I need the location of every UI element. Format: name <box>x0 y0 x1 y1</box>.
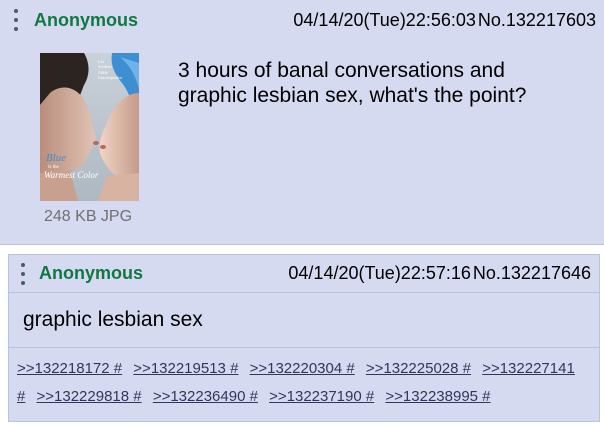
poster-name: Anonymous <box>39 263 144 283</box>
post-message: graphic lesbian sex <box>9 292 599 348</box>
thumb-title-1: Blue <box>46 152 66 164</box>
thumb-credit-4: Exarchopoulos <box>98 75 122 80</box>
reply-post-header: Anonymous 04/14/20(Tue)22:57:16 No.13221… <box>9 255 599 293</box>
poster-name: Anonymous <box>34 9 139 30</box>
op-post-header: Anonymous 04/14/20(Tue)22:56:03 No.13221… <box>0 0 604 40</box>
backlink[interactable]: >>132237190 # <box>269 388 374 405</box>
post-number[interactable]: No.132217603 <box>478 10 596 31</box>
backlink[interactable]: >>132219513 # <box>133 360 238 377</box>
post-thumbnail[interactable]: Léa Seydoux Adèle Exarchopoulos Blue is … <box>40 53 139 201</box>
backlink[interactable]: >>132227141 <box>482 360 575 377</box>
vertical-ellipsis-icon[interactable] <box>13 261 33 287</box>
backlink[interactable]: >>132236490 # <box>153 388 258 405</box>
backlink[interactable]: # <box>17 388 25 405</box>
backlink[interactable]: >>132220304 # <box>250 360 355 377</box>
vertical-ellipsis-icon[interactable] <box>6 7 26 33</box>
thumb-credit-2: Seydoux <box>98 64 112 69</box>
post-number[interactable]: No.132217646 <box>473 263 591 284</box>
backlink[interactable]: >>132229818 # <box>37 388 142 405</box>
backlink[interactable]: >>132238995 # <box>385 388 490 405</box>
op-post: Anonymous 04/14/20(Tue)22:56:03 No.13221… <box>0 0 604 245</box>
thumb-title-3: Warmest Color <box>44 170 99 180</box>
post-message-line: graphic lesbian sex, what's the point? <box>178 84 527 107</box>
reply-post: Anonymous 04/14/20(Tue)22:57:16 No.13221… <box>8 254 600 422</box>
backlink[interactable]: >>132225028 # <box>366 360 471 377</box>
post-message-line: 3 hours of banal conversations and <box>178 59 505 82</box>
post-datetime: 04/14/20(Tue)22:56:03 <box>293 9 476 30</box>
backlinks: >>132218172 # >>132219513 # >>132220304 … <box>17 355 593 411</box>
post-message: 3 hours of banal conversations and graph… <box>178 58 578 108</box>
backlink[interactable]: >>132218172 # <box>17 360 122 377</box>
post-datetime: 04/14/20(Tue)22:57:16 <box>288 263 471 283</box>
file-info: 248 KB JPG <box>44 208 133 225</box>
